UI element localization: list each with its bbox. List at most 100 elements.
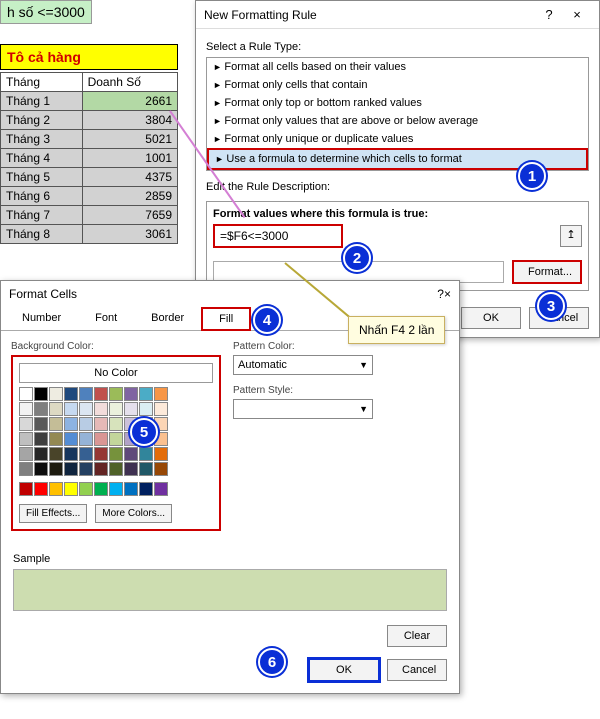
pattern-style-combo[interactable]: ▼	[233, 399, 373, 419]
no-color-button[interactable]: No Color	[19, 363, 213, 383]
table-row: Tháng 12661	[1, 92, 178, 111]
color-swatch[interactable]	[154, 462, 168, 476]
color-swatch[interactable]	[124, 447, 138, 461]
color-swatch[interactable]	[154, 402, 168, 416]
color-swatch[interactable]	[34, 482, 48, 496]
color-swatch[interactable]	[139, 387, 153, 401]
sample-label: Sample	[13, 553, 459, 565]
color-swatch[interactable]	[94, 462, 108, 476]
help-button[interactable]: ?	[437, 287, 444, 301]
color-swatch[interactable]	[94, 432, 108, 446]
color-swatch[interactable]	[124, 387, 138, 401]
color-swatch[interactable]	[64, 387, 78, 401]
color-swatch[interactable]	[19, 462, 33, 476]
color-swatch[interactable]	[94, 447, 108, 461]
rule-type-item[interactable]: Format only values that are above or bel…	[207, 112, 588, 130]
color-swatch[interactable]	[139, 402, 153, 416]
color-swatch[interactable]	[154, 482, 168, 496]
color-swatch[interactable]	[79, 482, 93, 496]
color-swatch[interactable]	[49, 482, 63, 496]
rule-type-item[interactable]: Format only top or bottom ranked values	[207, 94, 588, 112]
color-swatch[interactable]	[109, 462, 123, 476]
color-swatch[interactable]	[94, 387, 108, 401]
annotation-badge-4: 4	[253, 306, 281, 334]
color-swatch[interactable]	[34, 417, 48, 431]
color-swatch[interactable]	[64, 447, 78, 461]
col-header-sales[interactable]: Doanh Số	[82, 73, 177, 92]
rule-type-item[interactable]: Format all cells based on their values	[207, 58, 588, 76]
color-swatch[interactable]	[49, 462, 63, 476]
table-row: Tháng 23804	[1, 111, 178, 130]
table-row: Tháng 35021	[1, 130, 178, 149]
color-swatch[interactable]	[124, 482, 138, 496]
color-swatch[interactable]	[109, 387, 123, 401]
color-swatch[interactable]	[79, 402, 93, 416]
color-swatch[interactable]	[19, 482, 33, 496]
color-swatch[interactable]	[154, 387, 168, 401]
more-colors-button[interactable]: More Colors...	[95, 504, 172, 523]
color-swatch[interactable]	[19, 447, 33, 461]
tab-font[interactable]: Font	[78, 307, 134, 331]
color-swatch[interactable]	[34, 447, 48, 461]
color-swatch[interactable]	[79, 387, 93, 401]
format-button[interactable]: Format...	[512, 260, 582, 284]
color-swatch[interactable]	[34, 462, 48, 476]
color-swatch[interactable]	[19, 402, 33, 416]
fill-effects-button[interactable]: Fill Effects...	[19, 504, 87, 523]
color-swatch[interactable]	[79, 417, 93, 431]
color-swatch[interactable]	[94, 482, 108, 496]
color-picker-panel: No Color Fill Effects... More Colors...	[11, 355, 221, 531]
color-swatch[interactable]	[139, 482, 153, 496]
tab-number[interactable]: Number	[5, 307, 78, 331]
rule-type-item[interactable]: Format only cells that contain	[207, 76, 588, 94]
color-swatch[interactable]	[109, 402, 123, 416]
color-swatch[interactable]	[49, 402, 63, 416]
color-swatch[interactable]	[64, 402, 78, 416]
color-swatch[interactable]	[34, 432, 48, 446]
tab-fill[interactable]: Fill	[201, 307, 251, 331]
clear-button[interactable]: Clear	[387, 625, 447, 647]
color-swatch[interactable]	[79, 447, 93, 461]
color-swatch[interactable]	[94, 417, 108, 431]
tab-border[interactable]: Border	[134, 307, 201, 331]
help-button[interactable]: ?	[535, 7, 563, 22]
color-swatch[interactable]	[49, 432, 63, 446]
range-selector-icon[interactable]: ↥	[560, 225, 582, 247]
color-swatch[interactable]	[64, 482, 78, 496]
color-swatch[interactable]	[109, 432, 123, 446]
color-swatch[interactable]	[109, 447, 123, 461]
col-header-month[interactable]: Tháng	[1, 73, 83, 92]
color-swatch[interactable]	[109, 482, 123, 496]
color-swatch[interactable]	[19, 387, 33, 401]
formula-input[interactable]: =$F6<=3000	[213, 224, 343, 248]
color-swatch[interactable]	[19, 432, 33, 446]
color-swatch[interactable]	[64, 417, 78, 431]
cancel-button[interactable]: Cancel	[387, 659, 447, 681]
color-swatch[interactable]	[124, 462, 138, 476]
color-swatch[interactable]	[34, 402, 48, 416]
color-swatch[interactable]	[109, 417, 123, 431]
color-swatch[interactable]	[49, 417, 63, 431]
color-swatch[interactable]	[139, 462, 153, 476]
color-swatch[interactable]	[139, 447, 153, 461]
close-button[interactable]: ×	[444, 287, 451, 301]
color-swatch[interactable]	[94, 402, 108, 416]
color-swatch[interactable]	[154, 447, 168, 461]
color-swatch[interactable]	[79, 432, 93, 446]
section-title: Tô cả hàng	[0, 44, 178, 70]
annotation-badge-6: 6	[258, 648, 286, 676]
ok-button[interactable]: OK	[461, 307, 521, 329]
ok-button[interactable]: OK	[309, 659, 379, 681]
color-swatch[interactable]	[19, 417, 33, 431]
color-swatch[interactable]	[34, 387, 48, 401]
color-swatch[interactable]	[124, 402, 138, 416]
close-button[interactable]: ×	[563, 7, 591, 22]
color-swatch[interactable]	[49, 387, 63, 401]
pattern-color-combo[interactable]: Automatic ▼	[233, 355, 373, 375]
color-swatch[interactable]	[79, 462, 93, 476]
rule-type-list[interactable]: Format all cells based on their values F…	[206, 57, 589, 171]
color-swatch[interactable]	[49, 447, 63, 461]
rule-type-item[interactable]: Format only unique or duplicate values	[207, 130, 588, 148]
color-swatch[interactable]	[64, 462, 78, 476]
color-swatch[interactable]	[64, 432, 78, 446]
